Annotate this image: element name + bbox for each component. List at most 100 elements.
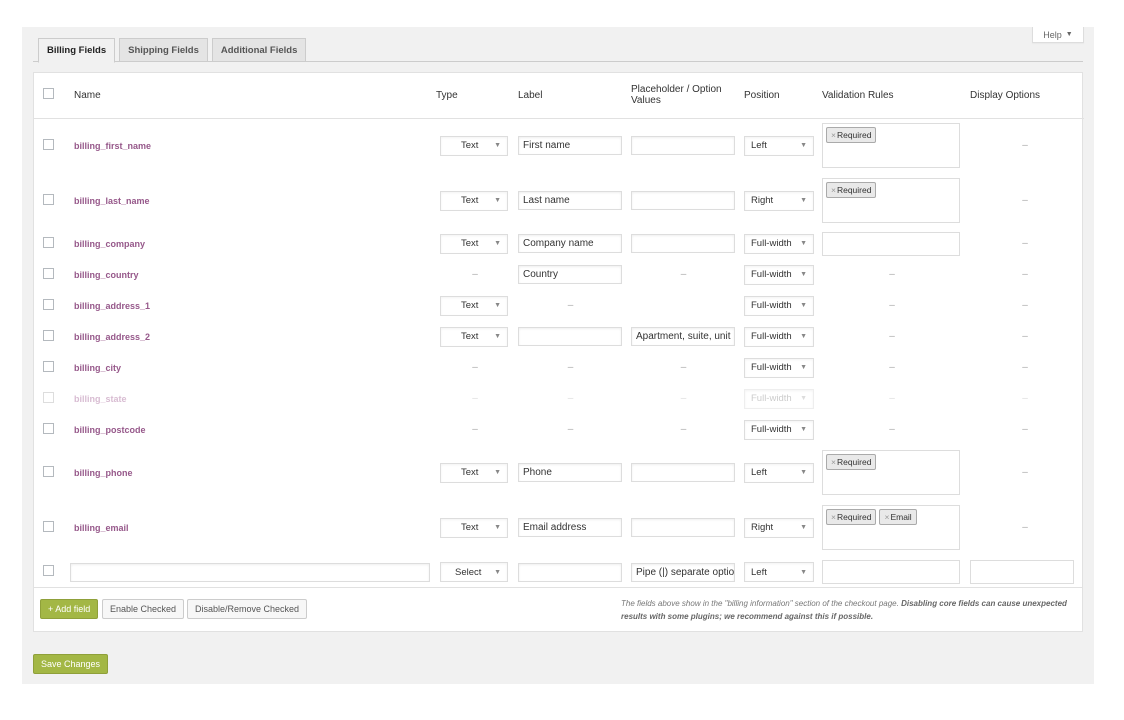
type-select[interactable]: Text ▼ — [440, 462, 508, 483]
table-row: billing_first_name Text ▼ First name Left… — [34, 118, 1084, 173]
chevron-down-icon: ▼ — [800, 524, 807, 531]
disable-remove-checked-button[interactable]: Disable/Remove Checked — [187, 599, 308, 619]
validation-value: – — [889, 393, 895, 404]
field-name[interactable]: billing_last_name — [66, 173, 436, 228]
validation-rules-box[interactable]: ×Required — [822, 123, 960, 169]
placeholder-input[interactable] — [631, 136, 735, 156]
label-input[interactable] — [518, 327, 622, 346]
chevron-down-icon: ▼ — [800, 271, 807, 278]
chevron-down-icon: ▼ — [494, 469, 501, 476]
position-select[interactable]: Full-width ▼ — [744, 419, 814, 440]
remove-icon[interactable]: × — [831, 185, 836, 195]
row-checkbox[interactable] — [43, 193, 54, 205]
field-name[interactable]: billing_company — [66, 228, 436, 259]
chevron-down-icon: ▼ — [494, 333, 501, 340]
position-select[interactable]: Left ▼ — [744, 462, 814, 483]
col-position: Position — [740, 73, 818, 119]
field-name[interactable]: billing_first_name — [66, 118, 436, 173]
field-name[interactable]: billing_state — [66, 383, 436, 414]
validation-rules-box[interactable]: ×Required — [822, 450, 960, 495]
remove-icon[interactable]: × — [831, 457, 836, 467]
position-select[interactable]: Right ▼ — [744, 190, 814, 211]
type-select[interactable]: Text ▼ — [440, 517, 508, 538]
row-checkbox[interactable] — [43, 565, 54, 576]
label-input[interactable]: First name — [518, 136, 622, 156]
remove-icon[interactable]: × — [831, 512, 836, 522]
position-select[interactable]: Full-width ▼ — [744, 388, 814, 409]
type-select[interactable]: Text ▼ — [440, 326, 508, 347]
tab-additional-fields[interactable]: Additional Fields — [211, 38, 307, 62]
position-select[interactable]: Full-width ▼ — [744, 295, 814, 316]
validation-rules-box[interactable] — [822, 560, 960, 584]
row-checkbox[interactable] — [43, 391, 54, 403]
enable-checked-button[interactable]: Enable Checked — [102, 599, 185, 619]
placeholder-input[interactable]: Apartment, suite, unit — [631, 327, 735, 346]
position-select[interactable]: Left ▼ — [744, 135, 814, 156]
display-options: – — [1022, 522, 1028, 533]
label-input[interactable]: Company name — [518, 234, 622, 253]
chevron-down-icon: ▼ — [800, 240, 807, 247]
remove-icon[interactable]: × — [831, 130, 836, 140]
position-select[interactable]: Full-width ▼ — [744, 357, 814, 378]
label-input[interactable]: Last name — [518, 191, 622, 210]
validation-rules-box[interactable] — [822, 231, 960, 256]
row-checkbox[interactable] — [43, 520, 54, 532]
placeholder-input[interactable] — [631, 191, 735, 210]
row-checkbox[interactable] — [43, 236, 54, 248]
col-name: Name — [66, 73, 436, 119]
label-input[interactable] — [518, 562, 622, 582]
type-select[interactable]: Text ▼ — [440, 190, 508, 211]
type-select[interactable]: Text ▼ — [440, 233, 508, 254]
position-select[interactable]: Right ▼ — [744, 517, 814, 538]
row-checkbox[interactable] — [43, 138, 54, 150]
field-name[interactable]: billing_postcode — [66, 414, 436, 445]
position-select[interactable]: Full-width ▼ — [744, 326, 814, 347]
position-value: Full-width — [751, 238, 792, 249]
select-all-checkbox[interactable] — [43, 88, 54, 100]
field-name[interactable]: billing_country — [66, 259, 436, 290]
new-field-name-input[interactable] — [70, 562, 430, 582]
placeholder-input[interactable] — [631, 518, 735, 537]
field-name[interactable]: billing_phone — [66, 445, 436, 500]
placeholder-input[interactable] — [631, 463, 735, 482]
field-name[interactable]: billing_address_1 — [66, 290, 436, 321]
table-row: billing_address_2 Text ▼ Apartment, suite… — [34, 321, 1084, 352]
table-row: billing_last_name Text ▼ Last name Right ▼… — [34, 173, 1084, 228]
field-name[interactable]: billing_email — [66, 500, 436, 555]
row-checkbox[interactable] — [43, 329, 54, 341]
position-value: Full-width — [751, 300, 792, 311]
position-select[interactable]: Full-width ▼ — [744, 233, 814, 254]
label-input[interactable]: Phone — [518, 463, 622, 482]
tab-billing-fields[interactable]: Billing Fields — [38, 38, 116, 63]
table-row: billing_phone Text ▼ Phone Left ▼ ×Require… — [34, 445, 1084, 500]
row-checkbox[interactable] — [43, 267, 54, 279]
validation-rules-box[interactable]: ×Required — [822, 178, 960, 223]
chevron-down-icon: ▼ — [800, 142, 807, 150]
validation-rules-box[interactable]: ×Required ×Email — [822, 505, 960, 550]
chevron-down-icon: ▼ — [800, 469, 807, 476]
placeholder-input[interactable]: Pipe (|) separate optio — [631, 562, 735, 582]
type-select[interactable]: Select ▼ — [440, 562, 508, 582]
chevron-down-icon: ▼ — [800, 426, 807, 433]
table-row: billing_postcode – – – Full-width ▼ – – — [34, 414, 1084, 445]
label-input[interactable]: Email address — [518, 518, 622, 537]
type-select[interactable]: Text ▼ — [440, 135, 508, 156]
placeholder-input[interactable] — [631, 234, 735, 253]
position-select[interactable]: Full-width ▼ — [744, 264, 814, 285]
validation-tag-label: Email — [890, 512, 912, 522]
field-name[interactable]: billing_city — [66, 352, 436, 383]
display-options-box[interactable] — [970, 560, 1074, 584]
type-select[interactable]: Text ▼ — [440, 295, 508, 316]
save-changes-button[interactable]: Save Changes — [33, 654, 109, 674]
label-input[interactable]: Country — [518, 265, 622, 284]
tab-shipping-fields[interactable]: Shipping Fields — [119, 38, 208, 62]
add-field-button[interactable]: + Add field — [40, 599, 99, 619]
row-checkbox[interactable] — [43, 298, 54, 310]
position-select[interactable]: Left ▼ — [744, 562, 814, 582]
remove-icon[interactable]: × — [884, 512, 889, 522]
field-name[interactable]: billing_address_2 — [66, 321, 436, 352]
position-value: Right — [751, 195, 774, 206]
row-checkbox[interactable] — [43, 360, 54, 372]
row-checkbox[interactable] — [43, 422, 54, 434]
row-checkbox[interactable] — [43, 465, 54, 477]
